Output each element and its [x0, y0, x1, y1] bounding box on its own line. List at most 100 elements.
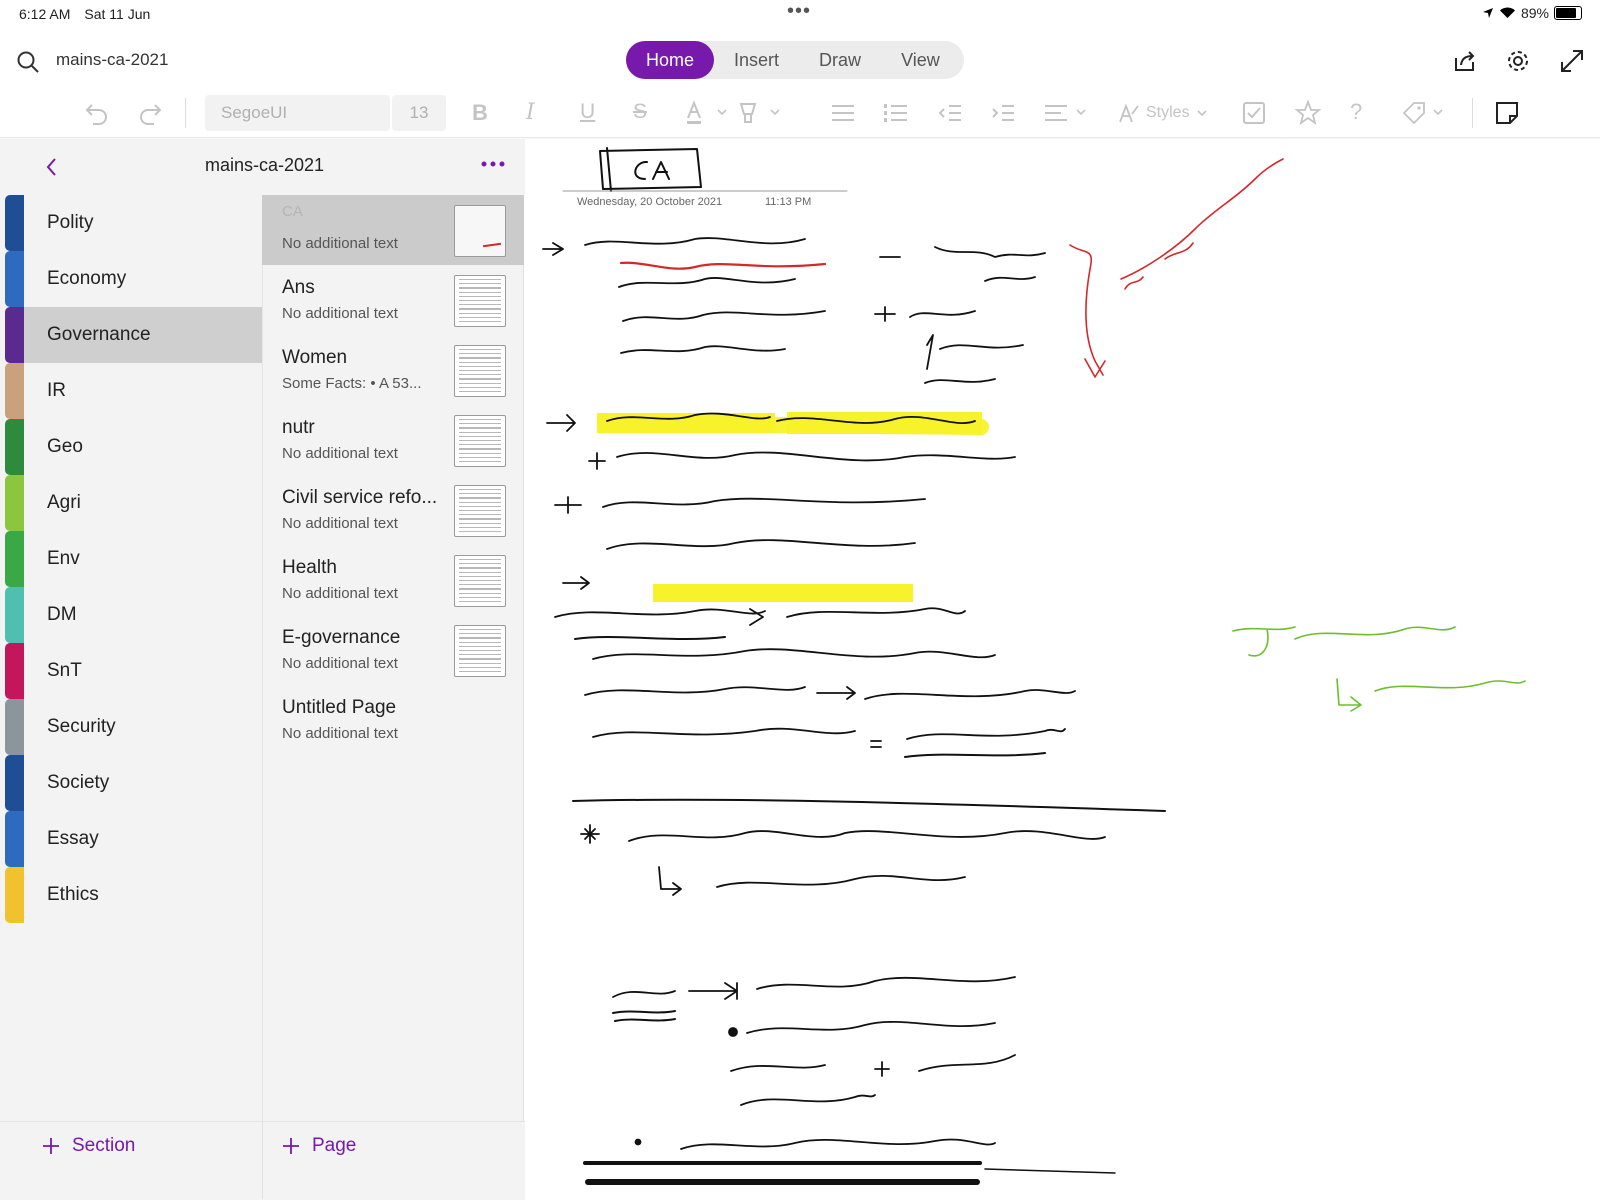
bold-icon[interactable]: B: [472, 100, 488, 126]
italic-icon[interactable]: I: [526, 100, 535, 125]
multitask-dots-icon[interactable]: •••: [787, 1, 811, 21]
tab-view[interactable]: View: [881, 41, 960, 79]
page-item[interactable]: Ans No additional text: [262, 265, 524, 335]
section-item-polity[interactable]: Polity: [24, 195, 262, 251]
sticky-note-icon[interactable]: [1494, 100, 1520, 126]
section-item-env[interactable]: Env: [24, 531, 262, 587]
indent-icon[interactable]: [990, 101, 1016, 125]
chevron-left-icon[interactable]: [44, 156, 58, 178]
highlighter-icon[interactable]: [737, 100, 783, 126]
question-tag-icon[interactable]: ?: [1350, 99, 1362, 125]
page-item[interactable]: Untitled Page No additional text: [262, 685, 524, 755]
tag-dropdown-icon[interactable]: [1400, 99, 1446, 127]
tab-draw[interactable]: Draw: [799, 41, 881, 79]
page-item[interactable]: Health No additional text: [262, 545, 524, 615]
page-title: Health: [282, 557, 337, 578]
add-section-label: Section: [72, 1135, 136, 1156]
battery-percent: 89%: [1520, 5, 1549, 21]
page-item[interactable]: E-governance No additional text: [262, 615, 524, 685]
settings-gear-icon[interactable]: [1505, 48, 1531, 74]
section-item-ir[interactable]: IR: [24, 363, 262, 419]
bullet-list-icon[interactable]: [830, 101, 856, 125]
outdent-icon[interactable]: [937, 101, 963, 125]
section-color-tab: [5, 643, 24, 699]
section-item-dm[interactable]: DM: [24, 587, 262, 643]
tab-insert[interactable]: Insert: [714, 41, 799, 79]
tab-home[interactable]: Home: [626, 41, 715, 79]
page-thumbnail: [454, 555, 506, 607]
section-color-tab: [5, 811, 24, 867]
section-color-tab: [5, 587, 24, 643]
ribbon-tabs: Home Insert Draw View: [626, 41, 964, 79]
section-item-governance[interactable]: Governance: [24, 307, 262, 363]
panel-title: mains-ca-2021: [205, 155, 325, 175]
align-icon[interactable]: [1043, 101, 1089, 125]
styles-dropdown[interactable]: Styles: [1118, 98, 1208, 128]
page-preview-text: No additional text: [282, 725, 398, 742]
font-family-field[interactable]: SegoeUI: [205, 95, 390, 131]
page-preview-text: No additional text: [282, 655, 398, 672]
section-color-tab: [5, 419, 24, 475]
page-thumbnail: [454, 345, 506, 397]
page-title: nutr: [282, 417, 315, 438]
wifi-icon: [1499, 7, 1515, 18]
star-tag-icon[interactable]: [1294, 99, 1322, 127]
handwritten-ink-drawing[interactable]: [525, 139, 1600, 1199]
panel-divider: [262, 1121, 263, 1199]
share-icon[interactable]: [1452, 48, 1478, 74]
page-preview-text: No additional text: [282, 515, 398, 532]
section-color-tab: [5, 251, 24, 307]
numbered-list-icon[interactable]: [883, 101, 909, 125]
plus-icon: [43, 1138, 59, 1154]
plus-icon: [283, 1138, 299, 1154]
strikethrough-icon[interactable]: S: [633, 100, 647, 124]
font-color-icon[interactable]: [684, 100, 730, 126]
section-item-society[interactable]: Society: [24, 755, 262, 811]
section-item-essay[interactable]: Essay: [24, 811, 262, 867]
page-thumbnail: [454, 485, 506, 537]
underline-icon[interactable]: U: [580, 100, 595, 124]
add-section-button[interactable]: Section: [42, 1135, 135, 1157]
page-title: Ans: [282, 277, 315, 298]
section-item-geo[interactable]: Geo: [24, 419, 262, 475]
page-title: CA: [282, 203, 303, 220]
toolbar-divider: [1472, 98, 1473, 128]
toolbar-divider: [185, 98, 186, 128]
thumbnail-ink-mark: [482, 242, 502, 248]
add-page-button[interactable]: Page: [282, 1135, 356, 1157]
page-title: Untitled Page: [282, 697, 397, 718]
location-icon: [1482, 8, 1493, 18]
page-preview-text: No additional text: [282, 445, 398, 462]
page-preview-text: No additional text: [282, 585, 398, 602]
section-item-economy[interactable]: Economy: [24, 251, 262, 307]
page-item[interactable]: Civil service refo... No additional text: [262, 475, 524, 545]
section-item-agri[interactable]: Agri: [24, 475, 262, 531]
redo-icon[interactable]: [136, 99, 164, 127]
page-thumbnail: [454, 205, 506, 257]
page-item[interactable]: nutr No additional text: [262, 405, 524, 475]
fullscreen-icon[interactable]: [1559, 48, 1585, 74]
section-color-tab: [5, 867, 24, 923]
page-item[interactable]: Women Some Facts: • A 53...: [262, 335, 524, 405]
search-icon[interactable]: [16, 50, 40, 74]
section-color-tab: [5, 363, 24, 419]
section-item-security[interactable]: Security: [24, 699, 262, 755]
undo-icon[interactable]: [83, 99, 111, 127]
battery-icon: [1554, 6, 1582, 20]
font-size-field[interactable]: 13: [392, 95, 446, 131]
section-color-tab: [5, 307, 24, 363]
section-item-ethics[interactable]: Ethics: [24, 867, 262, 923]
notebook-search-field[interactable]: mains-ca-2021: [56, 50, 168, 70]
todo-checkbox-icon[interactable]: [1241, 100, 1267, 126]
section-item-snt[interactable]: SnT: [24, 643, 262, 699]
section-color-tab: [5, 699, 24, 755]
styles-label: Styles: [1146, 104, 1190, 121]
more-options-icon[interactable]: [480, 160, 506, 168]
section-color-tab: [5, 475, 24, 531]
styles-icon: [1119, 103, 1139, 123]
add-page-label: Page: [312, 1135, 357, 1156]
section-color-tab: [5, 195, 24, 251]
status-time: 6:12 AM: [19, 6, 71, 22]
page-title: E-governance: [282, 627, 401, 648]
page-item[interactable]: CA No additional text: [262, 195, 524, 265]
